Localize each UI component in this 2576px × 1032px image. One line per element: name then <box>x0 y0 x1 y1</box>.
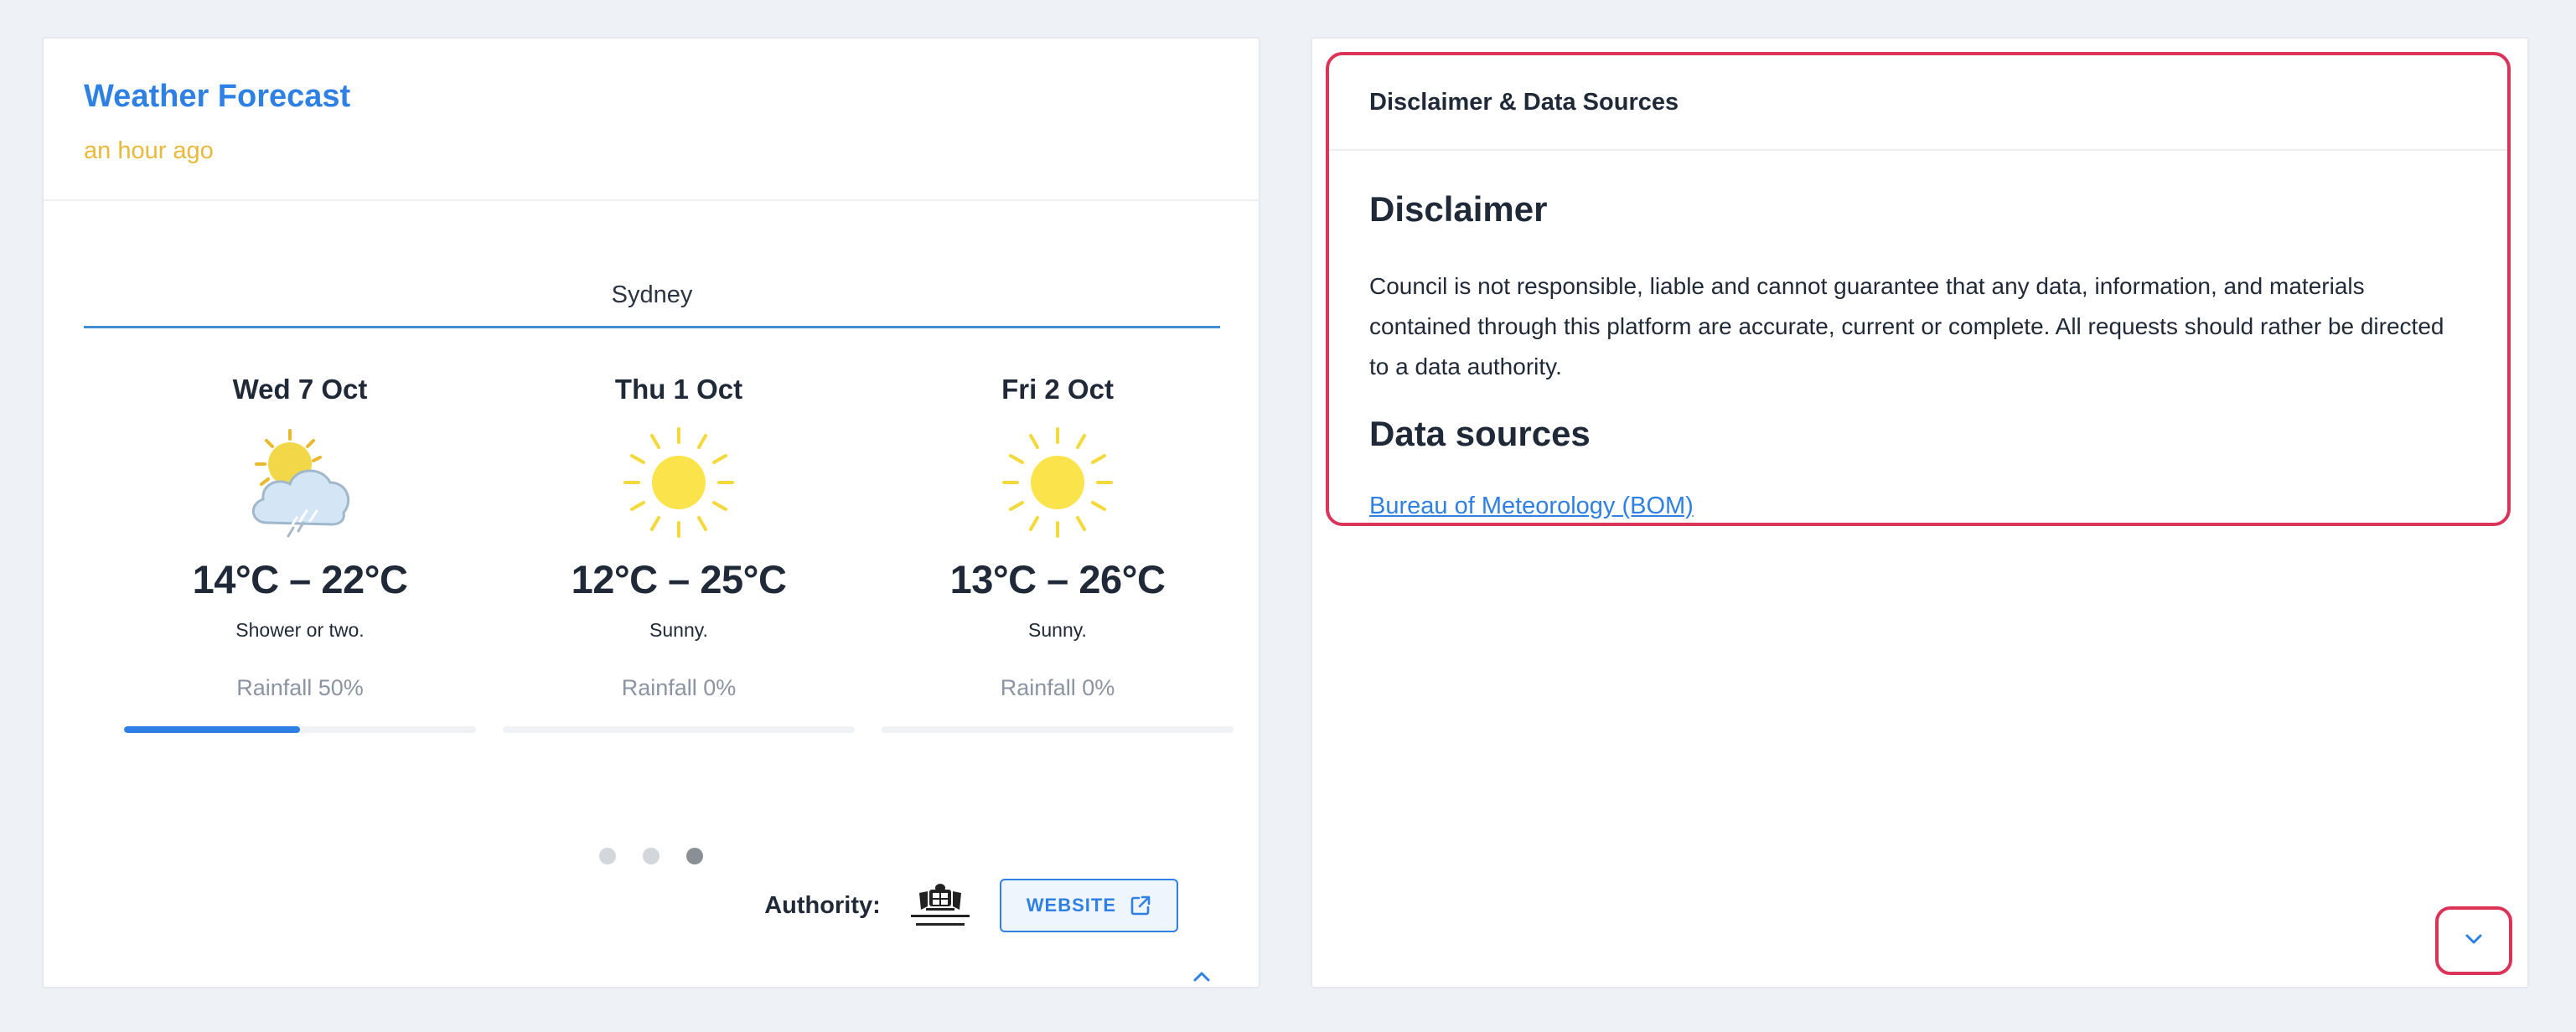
disclaimer-heading: Disclaimer <box>1369 189 1548 229</box>
rainfall-bar <box>124 726 476 733</box>
forecast-description: Shower or two. <box>235 619 365 641</box>
forecast-temperature-range: 12°C – 25°C <box>571 557 787 601</box>
rainfall-bar-fill <box>124 726 300 733</box>
forecast-rainfall: Rainfall 0% <box>1000 675 1115 700</box>
sun-icon <box>620 424 737 541</box>
bom-source-link[interactable]: Bureau of Meteorology (BOM) <box>1369 493 1694 520</box>
sun-cloud-rain-icon <box>241 424 359 541</box>
weather-updated-time: an hour ago <box>84 137 214 164</box>
authority-row: Authority: WEBSITE <box>764 878 1178 933</box>
divider <box>1329 149 2507 151</box>
rainfall-bar <box>503 726 855 733</box>
forecast-description: Sunny. <box>1028 619 1087 641</box>
forecast-rainfall: Rainfall 0% <box>621 675 737 700</box>
forecast-day-label: Fri 2 Oct <box>1001 374 1114 405</box>
chevron-down-icon <box>2464 931 2484 951</box>
expand-button[interactable] <box>2435 906 2512 975</box>
authority-label: Authority: <box>764 891 881 919</box>
disclaimer-card-title: Disclaimer & Data Sources <box>1369 89 1679 116</box>
forecast-day: Wed 7 Oct 14°C – 22°C Shower or two. Rai… <box>124 374 476 733</box>
weather-forecast-card: Weather Forecast an hour ago Sydney Wed … <box>42 37 1260 988</box>
forecast-description: Sunny. <box>649 619 708 641</box>
tab-location-sydney[interactable]: Sydney <box>84 281 1220 328</box>
chevron-up-icon[interactable] <box>1192 968 1212 983</box>
forecast-day: Fri 2 Oct 13°C – 26°C Sunny. Rainfall 0% <box>882 374 1234 733</box>
forecast-temperature-range: 13°C – 26°C <box>949 557 1166 601</box>
forecast-day-label: Thu 1 Oct <box>614 374 743 405</box>
disclaimer-card: Disclaimer & Data Sources Disclaimer Cou… <box>1311 37 2529 988</box>
carousel-dot[interactable] <box>643 848 660 864</box>
forecast-day: Thu 1 Oct 12°C – 25°C Sunny. Rainfall 0% <box>503 374 855 733</box>
carousel-pagination <box>44 848 1259 869</box>
carousel-dot[interactable] <box>686 848 704 864</box>
weather-card-title: Weather Forecast <box>84 79 351 114</box>
rainfall-bar <box>882 726 1234 733</box>
data-sources-heading: Data sources <box>1369 414 1591 453</box>
forecast-temperature-range: 14°C – 22°C <box>192 557 408 601</box>
forecast-rainfall: Rainfall 50% <box>236 675 364 700</box>
disclaimer-text: Council is not responsible, liable and c… <box>1369 273 2444 379</box>
website-button-label: WEBSITE <box>1026 895 1116 916</box>
forecast-day-label: Wed 7 Oct <box>232 374 368 405</box>
external-link-icon <box>1130 895 1151 916</box>
bom-crest-logo <box>896 876 985 935</box>
website-button[interactable]: WEBSITE <box>999 879 1178 932</box>
disclaimer-panel: Disclaimer & Data Sources Disclaimer Cou… <box>1326 52 2511 526</box>
sun-icon <box>999 424 1116 541</box>
carousel-dot[interactable] <box>598 848 616 864</box>
weather-card-header: Weather Forecast an hour ago <box>44 39 1259 201</box>
location-label: Sydney <box>611 281 693 308</box>
